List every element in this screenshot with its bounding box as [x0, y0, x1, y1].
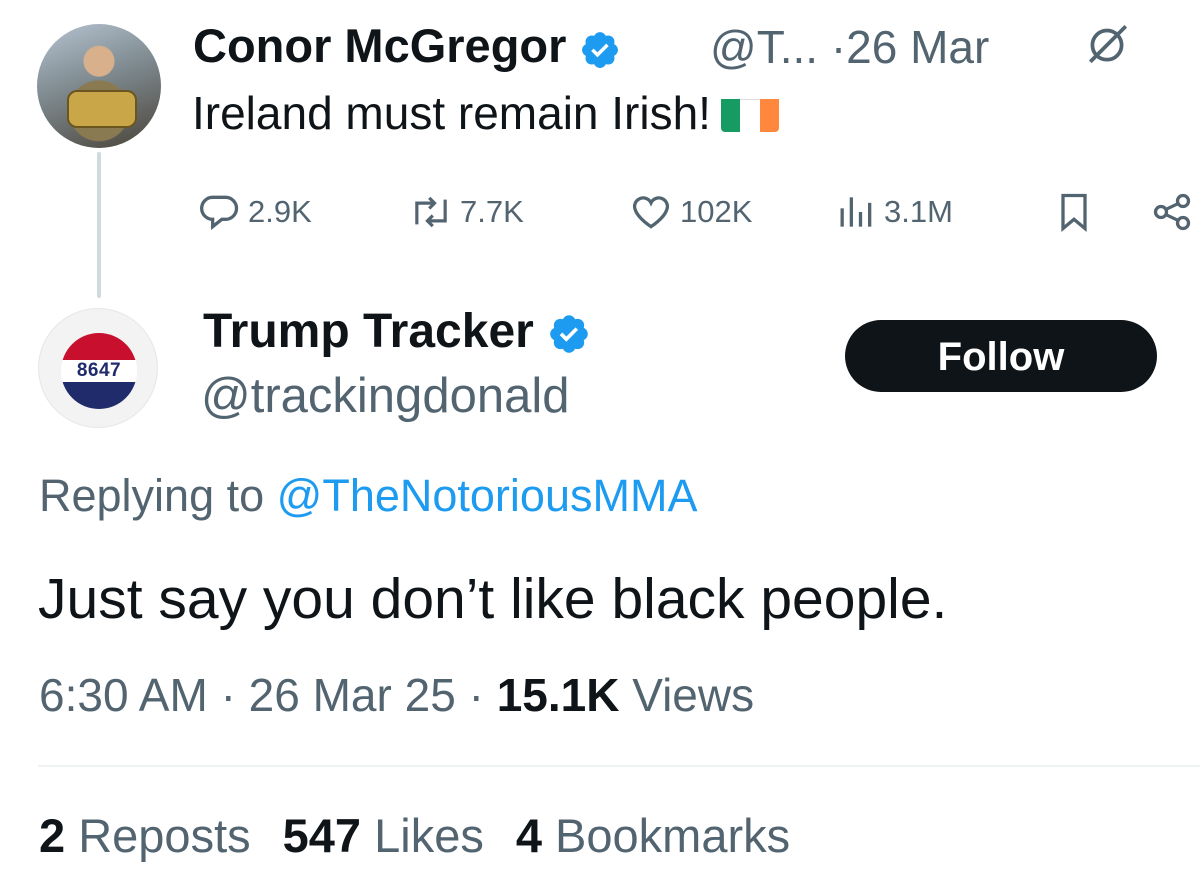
avatar-belt-graphic: [67, 90, 137, 128]
views-icon: [840, 197, 872, 227]
conor-avatar[interactable]: [37, 24, 161, 148]
parent-tweet-text: Ireland must remain Irish!: [192, 86, 779, 140]
likes-stat[interactable]: 547 Likes: [283, 809, 484, 862]
stats-divider: [38, 765, 1200, 767]
reply-views-count: 15.1K: [496, 669, 620, 721]
repost-icon: [415, 196, 447, 228]
views-dot: ·: [468, 669, 484, 721]
parent-tweet-text-content: Ireland must remain Irish!: [192, 87, 711, 139]
avatar-badge: 8647: [61, 333, 137, 409]
follow-button[interactable]: Follow: [845, 320, 1157, 392]
bookmarks-label: Bookmarks: [555, 809, 791, 862]
reply-action[interactable]: 2.9K: [198, 192, 312, 232]
reply-tweet-text: Just say you don’t like black people.: [38, 567, 948, 631]
parent-author-name[interactable]: Conor McGregor: [193, 18, 621, 73]
bookmark-icon: [1061, 193, 1087, 233]
likes-label: Likes: [374, 809, 484, 862]
reply-time[interactable]: 6:30 AM: [39, 669, 208, 721]
parent-handle[interactable]: @T...: [710, 21, 818, 73]
avatar-badge-text: 8647: [61, 360, 137, 382]
parent-meta: @T... ·26 Mar: [710, 20, 989, 74]
engagement-stats: 2 Reposts 547 Likes 4 Bookmarks: [39, 808, 790, 863]
like-action[interactable]: 102K: [628, 192, 752, 232]
parent-author-name-text[interactable]: Conor McGregor: [193, 19, 566, 72]
share-action[interactable]: [1150, 192, 1200, 232]
reply-handle[interactable]: @trackingdonald: [201, 368, 569, 424]
bookmarks-stat[interactable]: 4 Bookmarks: [516, 809, 790, 862]
repost-count: 7.7K: [460, 194, 524, 229]
likes-count: 547: [282, 809, 362, 862]
reply-date[interactable]: 26 Mar 25: [249, 669, 456, 721]
meta-separator: ·: [830, 21, 847, 73]
reply-timestamp-row: 6:30 AM · 26 Mar 25 · 15.1K Views: [39, 668, 754, 722]
reposts-label: Reposts: [78, 809, 251, 862]
reply-author-name-text[interactable]: Trump Tracker: [203, 305, 534, 358]
reply-author-name[interactable]: Trump Tracker: [203, 304, 591, 359]
ireland-flag-emoji: [720, 94, 779, 132]
views-count: 3.1M: [884, 194, 953, 229]
verified-badge-icon: [550, 315, 588, 354]
reply-icon: [200, 195, 239, 231]
replying-to-line: Replying to @TheNotoriousMMA: [39, 470, 697, 522]
parent-date[interactable]: 26 Mar: [846, 21, 989, 73]
time-dot: ·: [220, 669, 236, 721]
like-count: 102K: [680, 194, 753, 229]
reposts-count: 2: [39, 809, 66, 862]
replying-to-label: Replying to: [39, 470, 265, 521]
reply-count: 2.9K: [248, 194, 312, 229]
bookmarks-count: 4: [515, 809, 542, 862]
thread-connector-line: [97, 152, 101, 298]
edit-history-icon: [1089, 25, 1128, 64]
like-icon: [632, 196, 670, 229]
share-icon: [1153, 193, 1191, 231]
replying-to-mention-link[interactable]: @TheNotoriousMMA: [277, 470, 698, 521]
trump-tracker-avatar[interactable]: 8647: [38, 308, 158, 428]
views-action[interactable]: 3.1M: [832, 192, 953, 232]
verified-badge-icon: [582, 31, 619, 68]
reposts-stat[interactable]: 2 Reposts: [39, 809, 251, 862]
bookmark-action[interactable]: [1052, 192, 1102, 233]
repost-action[interactable]: 7.7K: [408, 192, 524, 232]
reply-views-label: Views: [632, 669, 755, 721]
